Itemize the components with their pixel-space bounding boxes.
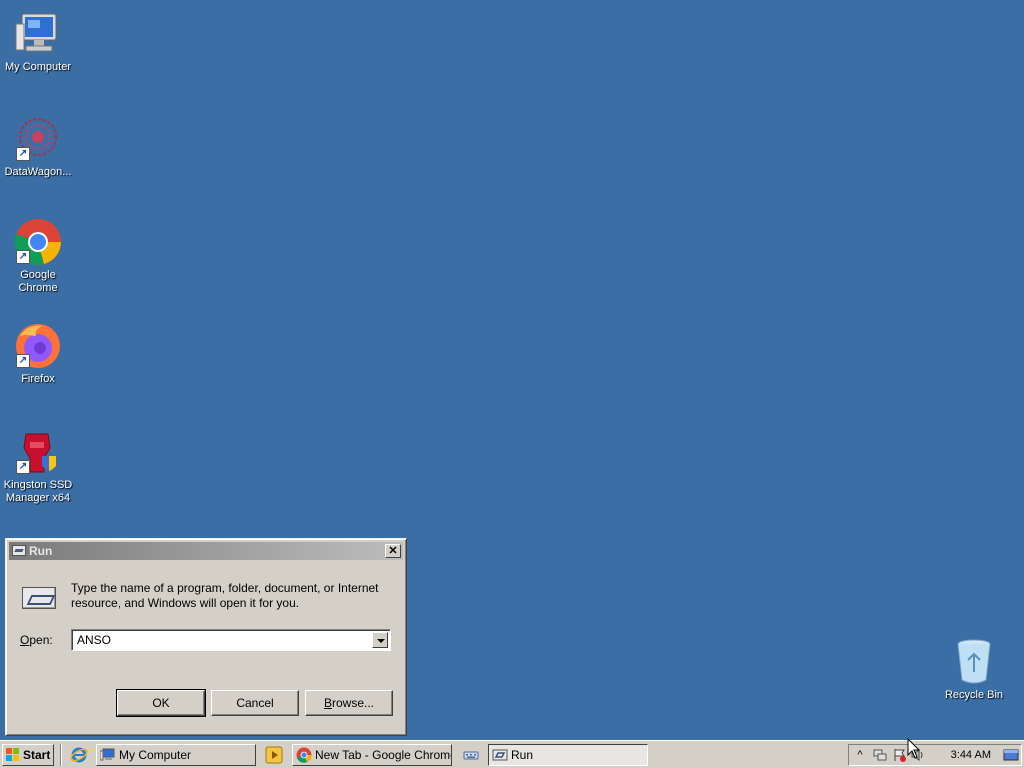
computer-icon xyxy=(14,10,62,58)
desktop-icon-label: Firefox xyxy=(21,373,55,385)
open-input[interactable]: ANSO xyxy=(77,633,111,647)
shortcut-arrow-icon: ↗ xyxy=(16,147,30,161)
mouse-cursor-icon xyxy=(907,738,921,759)
browse-label-accel: B xyxy=(323,696,332,710)
desktop-icon-label: DataWagon... xyxy=(4,166,72,178)
computer-icon xyxy=(100,748,115,761)
network-icon[interactable] xyxy=(873,748,887,762)
system-tray: ^ 3:44 AM xyxy=(848,744,1022,766)
desktop-icon-label: Google Chrome xyxy=(18,269,58,294)
shortcut-arrow-icon: ↗ xyxy=(16,250,30,264)
browse-button[interactable]: Browse... xyxy=(305,690,393,716)
run-icon xyxy=(12,545,26,556)
run-dialog-titlebar[interactable]: Run ✕ xyxy=(9,542,403,560)
desktop-icon-google-chrome[interactable]: ↗ Google Chrome xyxy=(0,218,76,295)
shortcut-arrow-icon: ↗ xyxy=(16,354,30,368)
chrome-icon: ↗ xyxy=(14,218,62,266)
start-button[interactable]: Start xyxy=(2,744,54,766)
start-label: Start xyxy=(23,748,51,762)
task-label: New Tab - Google Chrome xyxy=(315,748,452,762)
task-my-computer[interactable]: My Computer xyxy=(96,744,256,766)
open-combobox[interactable]: ANSO xyxy=(71,629,391,651)
windows-logo-icon xyxy=(6,748,20,762)
browse-label-rest: rowse... xyxy=(332,696,375,710)
task-run[interactable]: Run xyxy=(488,744,648,766)
desktop-icon-label: Recycle Bin xyxy=(944,689,1004,701)
shortcut-arrow-icon: ↗ xyxy=(16,460,30,474)
run-dialog-title: Run xyxy=(29,544,53,558)
desktop-icon-label: Kingston SSD Manager x64 xyxy=(3,479,73,504)
run-program-icon xyxy=(22,587,56,609)
task-label: My Computer xyxy=(119,748,192,762)
action-center-flag-icon[interactable] xyxy=(893,748,907,762)
ok-button[interactable]: OK xyxy=(116,689,206,717)
internet-explorer-icon[interactable] xyxy=(70,746,88,764)
media-player-icon[interactable] xyxy=(265,746,283,764)
open-label-accel: O xyxy=(20,633,30,647)
desktop-icon-recycle-bin[interactable]: Recycle Bin xyxy=(936,638,1012,702)
cancel-button[interactable]: Cancel xyxy=(211,690,299,716)
keyboard-icon[interactable] xyxy=(462,746,480,764)
show-desktop-icon[interactable] xyxy=(1003,748,1019,762)
desktop-icon-my-computer[interactable]: My Computer xyxy=(0,10,76,74)
run-dialog: Run ✕ Type the name of a program, folder… xyxy=(5,538,407,736)
run-prompt-text: Type the name of a program, folder, docu… xyxy=(71,581,379,610)
desktop-icon-label: My Computer xyxy=(4,61,72,73)
task-label: Run xyxy=(511,748,534,762)
open-label-rest: pen: xyxy=(29,633,53,647)
show-hidden-icons-icon[interactable]: ^ xyxy=(853,748,867,762)
kingston-icon: ↗ xyxy=(14,428,62,476)
clock[interactable]: 3:44 AM xyxy=(951,745,991,765)
desktop-icon-kingston-ssd-manager[interactable]: ↗ Kingston SSD Manager x64 xyxy=(0,428,76,505)
desktop-icon-firefox[interactable]: ↗ Firefox xyxy=(0,322,76,386)
close-button[interactable]: ✕ xyxy=(385,544,401,558)
firefox-icon: ↗ xyxy=(14,322,62,370)
datawagon-icon: ↗ xyxy=(14,115,62,163)
chevron-down-icon[interactable] xyxy=(372,632,388,648)
run-icon xyxy=(492,749,508,761)
recycle-bin-icon xyxy=(950,638,998,686)
task-google-chrome[interactable]: New Tab - Google Chrome xyxy=(292,744,452,766)
taskbar: Start My Computer New Tab - Google Chrom… xyxy=(0,740,1024,768)
open-label: Open: xyxy=(20,633,53,647)
chrome-icon xyxy=(296,747,312,763)
taskbar-separator xyxy=(60,744,62,766)
desktop-icon-datawagon[interactable]: ↗ DataWagon... xyxy=(0,115,76,179)
